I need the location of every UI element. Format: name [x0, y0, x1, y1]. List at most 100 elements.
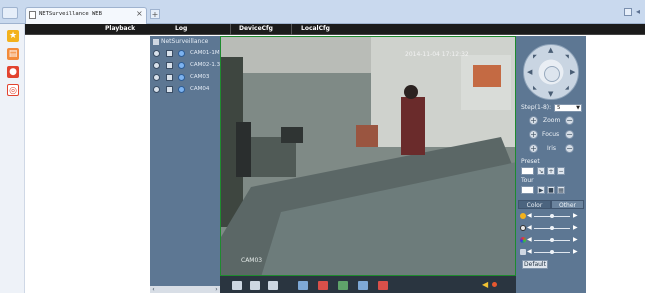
tour-stop-button[interactable]: ■ — [547, 186, 555, 194]
brightness-slider[interactable]: ◀ ▶ — [520, 212, 582, 221]
browser-tab-bar: NETSurveillance WEB × + ◂ — [0, 0, 645, 24]
camera-status-icon — [178, 74, 185, 81]
browser-tab[interactable]: NETSurveillance WEB × — [25, 7, 147, 24]
camera-row[interactable]: CAM01-1M — [152, 49, 220, 59]
back-arrow-icon[interactable]: ◂ — [636, 8, 644, 16]
close-tab-icon[interactable]: × — [136, 9, 143, 18]
ptz-downleft-icon[interactable]: ◣ — [533, 85, 537, 92]
single-view-icon[interactable] — [250, 281, 260, 290]
menu-localcfg[interactable]: LocalCfg — [301, 25, 330, 32]
ptz-left-icon[interactable]: ◀ — [527, 69, 532, 76]
record-toggle-icon[interactable] — [153, 62, 160, 69]
stop-record-icon[interactable] — [378, 281, 388, 290]
camera-name[interactable]: CAM04 — [190, 86, 209, 92]
ptz-down-icon[interactable]: ▼ — [548, 91, 553, 98]
record-toggle-icon[interactable] — [153, 86, 160, 93]
slider-knob[interactable] — [550, 238, 554, 242]
restore-window-icon[interactable] — [624, 8, 632, 16]
snapshot-icon[interactable] — [338, 281, 348, 290]
favorites-star-icon[interactable]: ★ — [7, 30, 19, 42]
menu-divider — [230, 24, 231, 35]
fullscreen-icon[interactable] — [232, 281, 242, 290]
live-video-view[interactable]: 2014-11-04 17:12:32 CAM03 — [220, 36, 516, 276]
ptz-right-icon[interactable]: ▶ — [570, 69, 575, 76]
device-tree-header[interactable]: NetSurveillance — [153, 38, 208, 45]
saturation-slider[interactable]: ◀ ▶ — [520, 236, 582, 245]
camera-row[interactable]: CAM03 — [152, 73, 220, 83]
ptz-up-icon[interactable]: ▲ — [548, 47, 553, 54]
slider-knob[interactable] — [550, 226, 554, 230]
stream-toggle-icon[interactable] — [166, 50, 173, 57]
contrast-icon — [520, 225, 526, 231]
ptz-upright-icon[interactable]: ◥ — [565, 54, 569, 61]
camera-row[interactable]: CAM04 — [152, 85, 220, 95]
decrease-icon[interactable]: ◀ — [527, 248, 532, 255]
speaker-icon[interactable]: ◀ — [482, 280, 488, 289]
image-settings-tabs: Color Other — [518, 200, 584, 209]
delete-preset-button[interactable]: − — [557, 167, 565, 175]
add-preset-button[interactable]: + — [547, 167, 555, 175]
camera-status-icon — [178, 86, 185, 93]
focus-label: Focus — [542, 131, 560, 138]
close-all-icon[interactable] — [318, 281, 328, 290]
contrast-slider[interactable]: ◀ ▶ — [520, 224, 582, 233]
open-all-icon[interactable] — [298, 281, 308, 290]
stream-toggle-icon[interactable] — [166, 74, 173, 81]
menu-log[interactable]: Log — [175, 25, 187, 32]
tour-input[interactable] — [521, 186, 534, 194]
menu-playback[interactable]: Playback — [105, 25, 135, 32]
iris-open-button[interactable]: + — [529, 144, 538, 153]
new-tab-button[interactable]: + — [150, 9, 160, 19]
slider-knob[interactable] — [550, 214, 554, 218]
decrease-icon[interactable]: ◀ — [527, 236, 532, 243]
record-toggle-icon[interactable] — [153, 50, 160, 57]
target-icon[interactable]: ◎ — [7, 84, 19, 96]
stream-toggle-icon[interactable] — [166, 86, 173, 93]
increase-icon[interactable]: ▶ — [573, 212, 578, 219]
increase-icon[interactable]: ▶ — [573, 224, 578, 231]
camera-row[interactable]: CAM02-1.3 — [152, 61, 220, 71]
record-icon[interactable] — [358, 281, 368, 290]
tab-other[interactable]: Other — [551, 200, 584, 209]
device-icon — [153, 38, 159, 45]
iris-close-button[interactable]: − — [565, 144, 574, 153]
stream-toggle-icon[interactable] — [166, 62, 173, 69]
default-button[interactable]: Default — [522, 260, 548, 269]
hue-icon — [520, 249, 526, 255]
camera-name[interactable]: CAM03 — [190, 74, 209, 80]
tour-grid-button[interactable]: ▦ — [557, 186, 565, 194]
tour-label: Tour — [521, 177, 534, 184]
focus-in-button[interactable]: + — [529, 130, 538, 139]
camera-name[interactable]: CAM02-1.3 — [190, 62, 220, 68]
weibo-icon[interactable]: ● — [7, 66, 19, 78]
ptz-direction-pad[interactable]: ▲ ▼ ◀ ▶ ◤ ◥ ◣ ◢ — [523, 44, 579, 100]
hue-slider[interactable]: ◀ ▶ — [520, 248, 582, 257]
zoom-in-button[interactable]: + — [529, 116, 538, 125]
preset-input[interactable] — [521, 167, 534, 175]
camera-list-scrollbar[interactable]: ‹ › — [150, 286, 220, 293]
browser-menu-button[interactable] — [2, 7, 18, 19]
increase-icon[interactable]: ▶ — [573, 248, 578, 255]
record-toggle-icon[interactable] — [153, 74, 160, 81]
ptz-downright-icon[interactable]: ◢ — [565, 85, 569, 92]
camera-name[interactable]: CAM01-1M — [190, 50, 220, 56]
tab-title: NETSurveillance WEB — [39, 11, 102, 17]
scroll-left-icon[interactable]: ‹ — [150, 286, 157, 293]
focus-out-button[interactable]: − — [565, 130, 574, 139]
scroll-right-icon[interactable]: › — [213, 286, 220, 293]
shopping-icon[interactable]: ▤ — [7, 48, 19, 60]
video-timestamp: 2014-11-04 17:12:32 — [405, 51, 469, 58]
step-select[interactable]: 5 ▼ — [554, 104, 582, 112]
menu-devicecfg[interactable]: DeviceCfg — [239, 25, 273, 32]
tab-color[interactable]: Color — [518, 200, 551, 209]
zoom-out-button[interactable]: − — [565, 116, 574, 125]
goto-preset-button[interactable]: ↘ — [537, 167, 545, 175]
decrease-icon[interactable]: ◀ — [527, 212, 532, 219]
ptz-upleft-icon[interactable]: ◤ — [533, 54, 537, 61]
increase-icon[interactable]: ▶ — [573, 236, 578, 243]
decrease-icon[interactable]: ◀ — [527, 224, 532, 231]
tour-play-button[interactable]: ▶ — [537, 186, 545, 194]
ptz-center-button[interactable] — [544, 66, 560, 82]
quad-view-icon[interactable] — [268, 281, 278, 290]
slider-knob[interactable] — [550, 250, 554, 254]
